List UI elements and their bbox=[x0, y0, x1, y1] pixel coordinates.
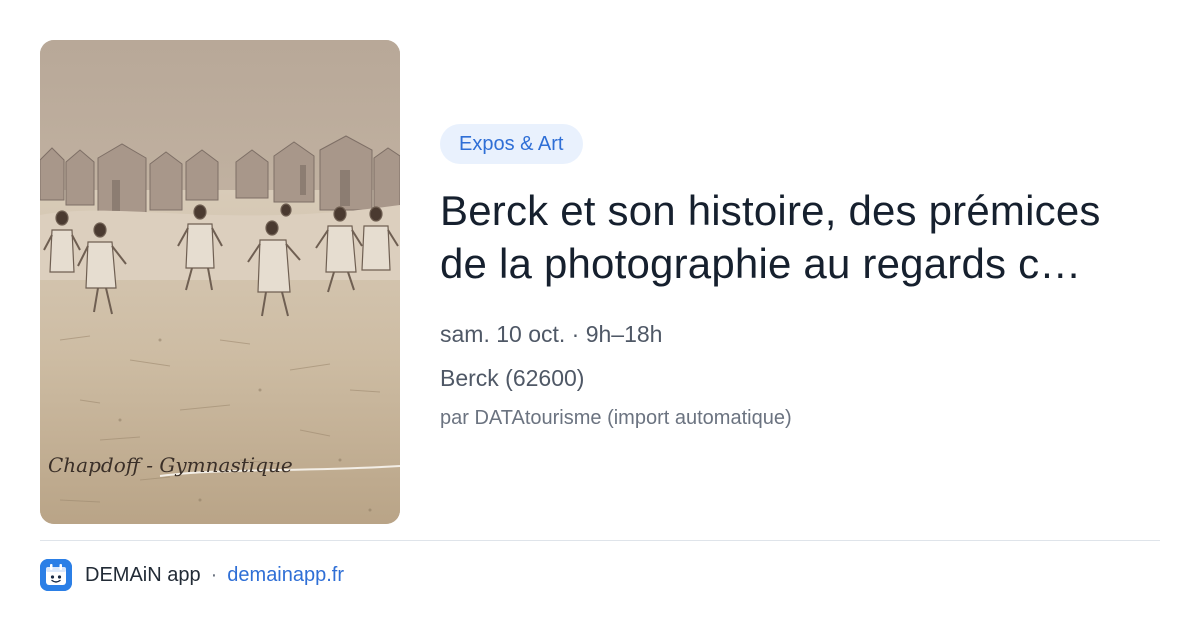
category-badge[interactable]: Expos & Art bbox=[440, 124, 583, 164]
event-share-card: Chapdoff - Gymnastique Expos & Art Berck… bbox=[0, 0, 1200, 630]
event-source: par DATAtourisme (import automatique) bbox=[440, 407, 792, 429]
event-location: Berck (62600) bbox=[440, 365, 585, 391]
footer-separator: · bbox=[210, 563, 218, 586]
event-photo: Chapdoff - Gymnastique bbox=[40, 40, 400, 524]
photo-caption-handwriting: Chapdoff - Gymnastique bbox=[48, 453, 293, 477]
event-title-line: de la photographie au regards c… bbox=[440, 240, 1082, 287]
footer: DEMAiN app · demainapp.fr bbox=[40, 558, 344, 592]
app-url-link[interactable]: demainapp.fr bbox=[227, 564, 344, 587]
event-info: Expos & Art Berck et son histoire, des p… bbox=[440, 124, 1160, 434]
calendar-app-icon bbox=[40, 559, 72, 591]
app-name: DEMAiN app bbox=[85, 563, 201, 586]
event-title-line: Berck et son histoire, des prémices bbox=[440, 187, 1101, 234]
event-date: sam. 10 oct. · 9h–18h bbox=[440, 321, 663, 347]
event-title[interactable]: Berck et son histoire, des prémices de l… bbox=[440, 184, 1155, 290]
footer-divider bbox=[40, 540, 1160, 541]
